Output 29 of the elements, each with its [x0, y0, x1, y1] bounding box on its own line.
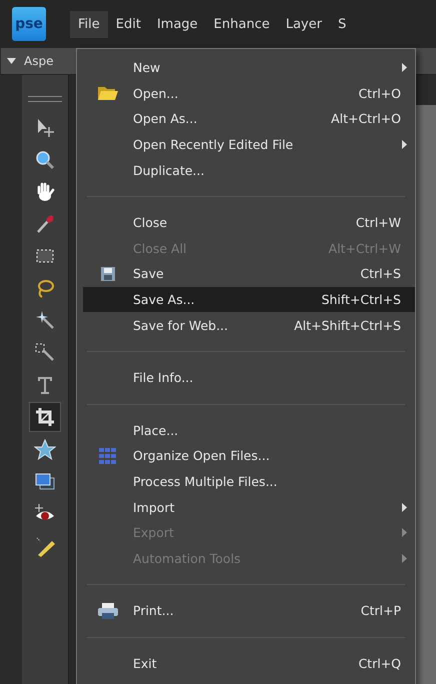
- folder-icon: [98, 86, 118, 100]
- menu-item[interactable]: Save Ctrl+S: [83, 261, 415, 287]
- menu-item[interactable]: Place...: [83, 418, 415, 444]
- grid-icon: [99, 448, 117, 464]
- menu-item[interactable]: Open As... Alt+Ctrl+O: [83, 106, 415, 132]
- option-label: Aspe: [24, 54, 54, 68]
- menu-bar-item[interactable]: S: [330, 10, 354, 38]
- menu-bar-item[interactable]: Edit: [108, 10, 149, 38]
- menu-item[interactable]: Save As... Shift+Ctrl+S: [83, 286, 415, 312]
- menu-item[interactable]: Process Multiple Files...: [83, 468, 415, 494]
- menu-item[interactable]: Print... Ctrl+P: [83, 598, 415, 624]
- menu-bar-item[interactable]: Layer: [278, 10, 330, 38]
- menu-item[interactable]: Organize Open Files...: [83, 443, 415, 469]
- menu-bar-item[interactable]: Image: [148, 10, 206, 38]
- menu-bar-item[interactable]: Enhance: [206, 10, 278, 38]
- menu-bar-item[interactable]: File: [70, 10, 108, 38]
- menu-item[interactable]: Duplicate...: [83, 157, 415, 183]
- menu-item[interactable]: Close Ctrl+W: [83, 210, 415, 236]
- menu-item[interactable]: Exit Ctrl+Q: [83, 650, 415, 676]
- menu-item[interactable]: New: [83, 55, 415, 81]
- crop-icon[interactable]: [29, 402, 61, 432]
- menu-item[interactable]: File Info...: [83, 364, 415, 391]
- menu-item[interactable]: Open... Ctrl+O: [83, 80, 415, 106]
- menu-item[interactable]: Save for Web... Alt+Shift+Ctrl+S: [83, 312, 415, 338]
- printer-icon: [98, 602, 118, 619]
- dropdown-triangle-icon[interactable]: [7, 58, 16, 64]
- menu-item[interactable]: Import: [83, 494, 415, 520]
- app-logo: pse: [12, 7, 46, 41]
- menu-item[interactable]: Open Recently Edited File: [83, 132, 415, 158]
